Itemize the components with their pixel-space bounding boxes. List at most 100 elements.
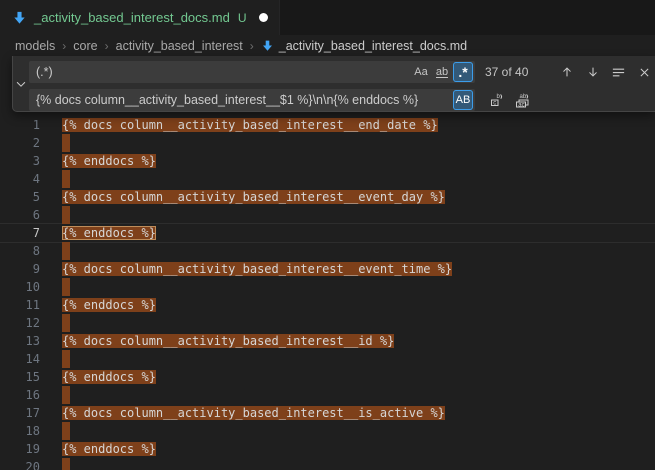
- editor-line[interactable]: 6: [0, 206, 655, 224]
- editor-line[interactable]: 11 {% enddocs %}: [0, 296, 655, 314]
- editor-line[interactable]: 3 {% enddocs %}: [0, 152, 655, 170]
- editor-line[interactable]: 19 {% enddocs %}: [0, 440, 655, 458]
- svg-text:ab: ab: [520, 94, 527, 100]
- replace-all-button[interactable]: ab ac: [512, 90, 533, 111]
- line-number: 4: [0, 170, 40, 188]
- editor-line[interactable]: 17 {% docs column__activity_based_interes…: [0, 404, 655, 422]
- line-text: {% enddocs %}: [62, 152, 156, 170]
- replace-button[interactable]: b c: [486, 90, 507, 111]
- match-case-toggle[interactable]: Aa: [411, 62, 431, 82]
- tab-label: _activity_based_interest_docs.md: [34, 10, 230, 25]
- find-match-highlight: {% docs column__activity_based_interest_…: [62, 262, 452, 276]
- whole-word-icon: ab: [436, 67, 448, 78]
- find-match-highlight: {% enddocs %}: [62, 370, 156, 384]
- line-number: 9: [0, 260, 40, 278]
- line-text: [62, 422, 70, 440]
- editor-line[interactable]: 1{% docs column__activity_based_interest…: [0, 116, 655, 134]
- find-match-highlight: [62, 422, 70, 440]
- editor-line[interactable]: 2: [0, 134, 655, 152]
- next-match-button[interactable]: [582, 62, 603, 83]
- find-match-highlight: {% docs column__activity_based_interest_…: [62, 190, 445, 204]
- line-number: 3: [0, 152, 40, 170]
- editor-lines: 1{% docs column__activity_based_interest…: [0, 56, 655, 470]
- line-number: 8: [0, 242, 40, 260]
- line-text: {% docs column__activity_based_interest_…: [62, 404, 445, 422]
- editor-line[interactable]: 7{% enddocs %}: [0, 224, 655, 242]
- editor-line[interactable]: 10: [0, 278, 655, 296]
- line-number: 13: [0, 332, 40, 350]
- find-match-highlight: {% docs column__activity_based_interest_…: [62, 334, 394, 348]
- editor-line[interactable]: 18: [0, 422, 655, 440]
- line-text: {% enddocs %}: [62, 224, 156, 242]
- toggle-replace-chevron-icon[interactable]: [13, 56, 29, 111]
- preserve-case-toggle[interactable]: AB: [453, 90, 473, 110]
- replace-value: {% docs column__activity_based_interest_…: [36, 93, 452, 107]
- line-number: 19: [0, 440, 40, 458]
- markdown-file-icon: [12, 10, 27, 25]
- line-text: {% docs column__activity_based_interest_…: [62, 332, 394, 350]
- editor-line[interactable]: 20: [0, 458, 655, 470]
- line-number: 14: [0, 350, 40, 368]
- whole-word-toggle[interactable]: ab: [432, 62, 452, 82]
- regex-toggle[interactable]: .*: [453, 62, 473, 82]
- editor-line[interactable]: 16: [0, 386, 655, 404]
- editor-line[interactable]: 14: [0, 350, 655, 368]
- line-text: {% docs column__activity_based_interest_…: [62, 260, 452, 278]
- line-text: {% docs column__activity_based_interest_…: [62, 116, 438, 134]
- editor-line[interactable]: 13 {% docs column__activity_based_interes…: [0, 332, 655, 350]
- results-count: 37 of 40: [485, 65, 537, 79]
- tab-activity-docs[interactable]: _activity_based_interest_docs.md U: [0, 0, 280, 35]
- find-match-highlight: [62, 134, 70, 152]
- find-match-highlight: {% enddocs %}: [62, 154, 156, 168]
- close-find-button[interactable]: [634, 62, 655, 83]
- find-match-highlight: [62, 242, 70, 260]
- find-match-highlight: [62, 278, 70, 296]
- find-match-highlight: {% docs column__activity_based_interest_…: [62, 406, 445, 420]
- find-in-selection-button[interactable]: [608, 62, 629, 83]
- line-number: 16: [0, 386, 40, 404]
- search-value: (.*): [36, 65, 410, 79]
- line-text: [62, 242, 70, 260]
- editor-line[interactable]: 15 {% enddocs %}: [0, 368, 655, 386]
- line-number: 17: [0, 404, 40, 422]
- markdown-file-icon: [261, 39, 274, 52]
- breadcrumb-activity-based-interest[interactable]: activity_based_interest: [116, 39, 243, 53]
- breadcrumb-file-label: _activity_based_interest_docs.md: [279, 39, 467, 53]
- line-text: [62, 134, 70, 152]
- modified-dot-icon[interactable]: [259, 13, 268, 22]
- svg-text:c: c: [493, 101, 496, 107]
- line-text: {% enddocs %}: [62, 368, 156, 386]
- line-number: 5: [0, 188, 40, 206]
- line-number: 20: [0, 458, 40, 470]
- replace-input[interactable]: {% docs column__activity_based_interest_…: [29, 89, 475, 111]
- find-match-highlight: [62, 350, 70, 368]
- breadcrumb-file[interactable]: _activity_based_interest_docs.md: [261, 39, 467, 53]
- line-text: [62, 278, 70, 296]
- replace-row: {% docs column__activity_based_interest_…: [29, 89, 655, 111]
- find-match-highlight: {% enddocs %}: [62, 442, 156, 456]
- search-input[interactable]: (.*) Aa ab .*: [29, 61, 475, 83]
- line-text: [62, 458, 70, 470]
- editor-line[interactable]: 5 {% docs column__activity_based_interest…: [0, 188, 655, 206]
- line-number: 15: [0, 368, 40, 386]
- find-match-highlight: [62, 170, 70, 188]
- regex-icon: .*: [458, 64, 467, 80]
- find-match-highlight: [62, 206, 70, 224]
- previous-match-button[interactable]: [556, 62, 577, 83]
- editor[interactable]: 1{% docs column__activity_based_interest…: [0, 56, 655, 470]
- line-number: 11: [0, 296, 40, 314]
- editor-line[interactable]: 8: [0, 242, 655, 260]
- find-match-highlight: [62, 314, 70, 332]
- line-number: 12: [0, 314, 40, 332]
- breadcrumb-separator: ›: [62, 39, 66, 53]
- line-text: [62, 314, 70, 332]
- editor-line[interactable]: 9 {% docs column__activity_based_interest…: [0, 260, 655, 278]
- line-number: 6: [0, 206, 40, 224]
- breadcrumb-core[interactable]: core: [73, 39, 97, 53]
- breadcrumb-models[interactable]: models: [15, 39, 55, 53]
- editor-line[interactable]: 4: [0, 170, 655, 188]
- find-match-highlight: {% enddocs %}: [62, 298, 156, 312]
- line-number: 10: [0, 278, 40, 296]
- editor-line[interactable]: 12: [0, 314, 655, 332]
- vscode-window: _activity_based_interest_docs.md U model…: [0, 0, 655, 470]
